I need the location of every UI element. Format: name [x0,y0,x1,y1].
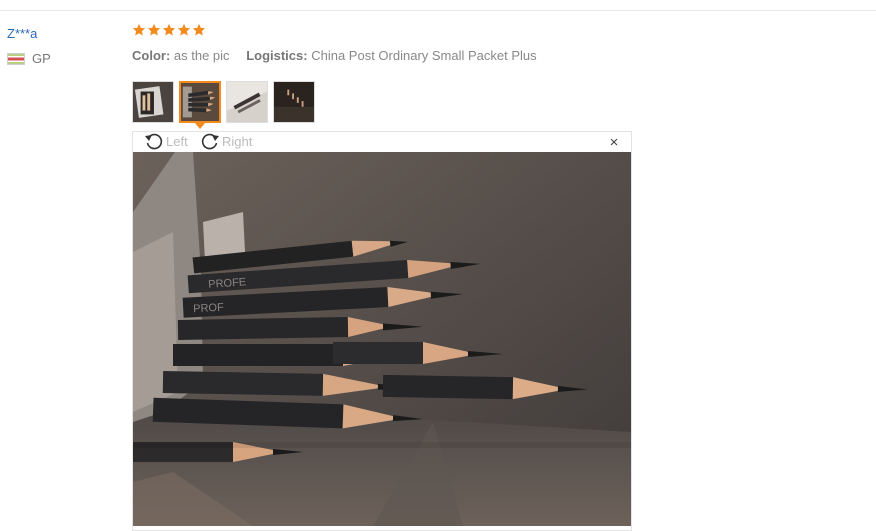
rotate-right-button[interactable]: Right [199,131,252,151]
flag-icon [7,52,25,65]
review-thumbnail-4[interactable] [273,81,315,123]
logistics-value: China Post Ordinary Small Packet Plus [311,48,537,63]
close-icon[interactable]: × [607,135,621,150]
star-icon [147,23,161,36]
star-icon [192,23,206,36]
logistics-label: Logistics: [246,48,308,63]
review-thumbnail-2[interactable] [179,81,221,123]
country-code: GP [32,51,51,66]
color-label: Color: [132,48,171,63]
star-icon [177,23,191,36]
star-icon [132,23,146,36]
color-value: as the pic [173,48,230,63]
rotate-left-icon [145,133,163,150]
star-rating [132,23,206,37]
review-thumbnail-3[interactable] [226,81,268,123]
order-info: Color: as the pic Logistics: China Post … [132,48,537,63]
reviewer-country: GP [7,51,51,66]
rotate-left-label: Left [166,133,188,149]
rotate-right-label: Right [222,133,253,149]
review-thumbnail-1[interactable] [132,81,174,123]
svg-text:PROF: PROF [193,302,224,316]
selected-thumbnail-caret [195,123,205,129]
review-photo-thumbnails [132,81,315,123]
review-photo: PROFE PROF [133,152,631,526]
star-icon [162,23,176,36]
rotate-left-button[interactable]: Left [143,131,188,151]
top-divider [0,10,876,11]
reviewer-name-link[interactable]: Z***a [7,26,37,41]
rotate-right-icon [201,133,219,150]
